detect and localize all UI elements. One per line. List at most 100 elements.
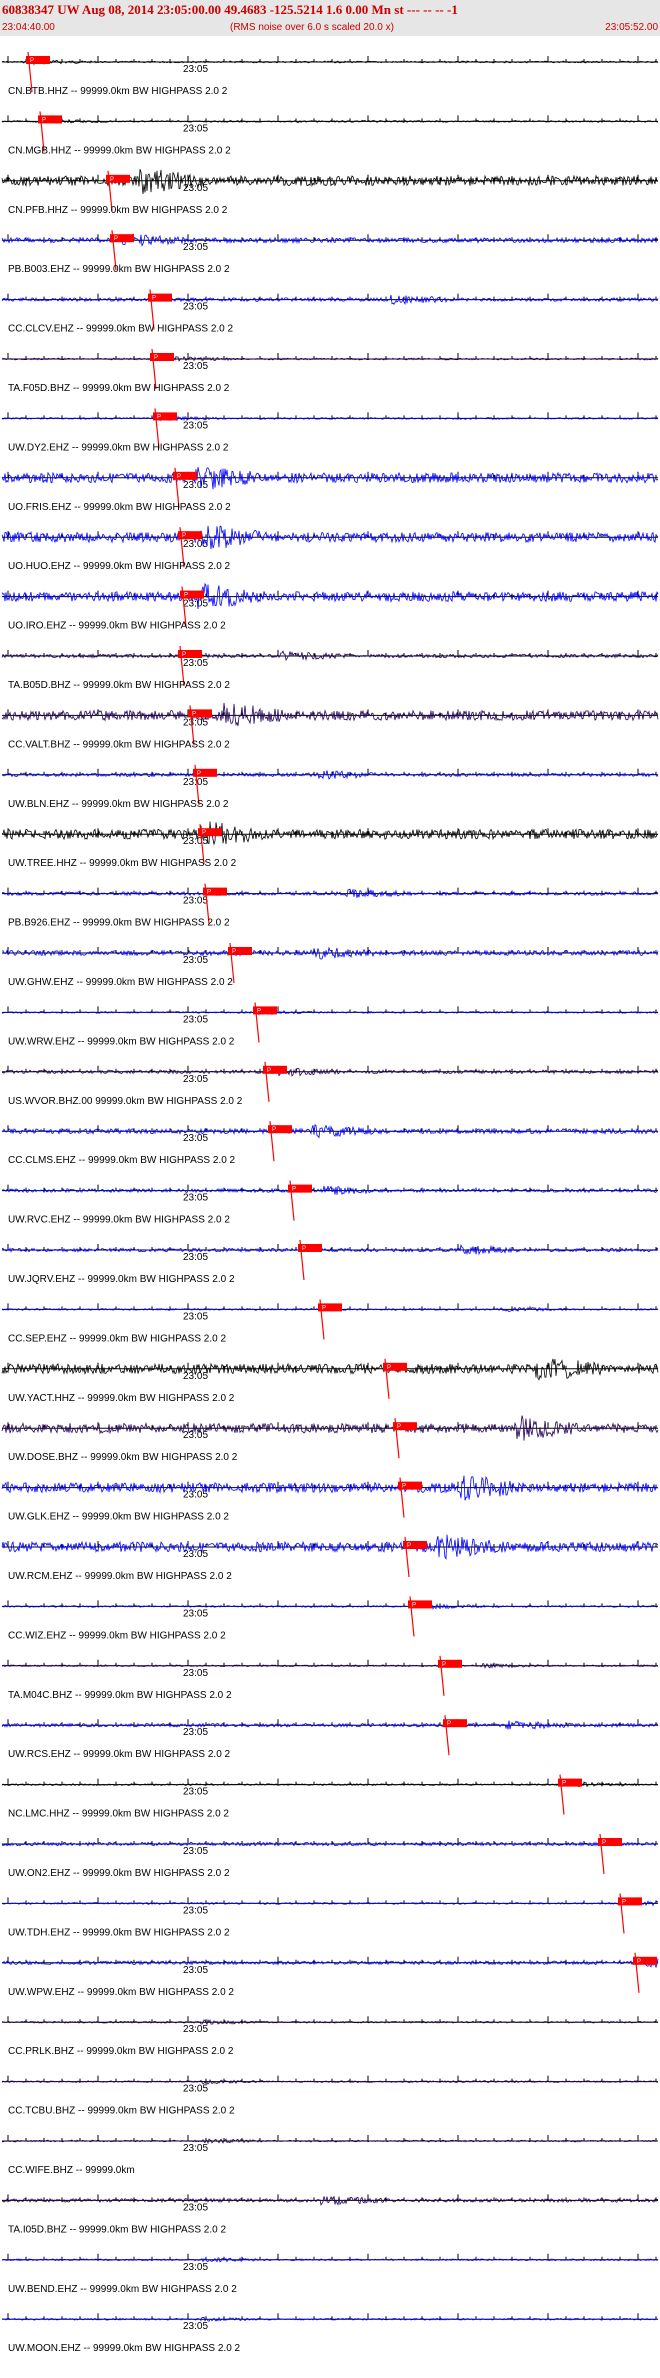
minute-label: 23:05	[183, 2084, 208, 2095]
pick-label: P	[402, 1484, 406, 1490]
channel-label: UW.TREE.HHZ -- 99999.0km BW HIGHPASS 2.0…	[8, 858, 237, 869]
minute-label: 23:05	[183, 361, 208, 372]
channel-label: UO.FRIS.EHZ -- 99999.0km BW HIGHPASS 2.0…	[8, 502, 231, 513]
noise-note: (RMS noise over 6.0 s scaled 20.0 x)	[230, 22, 394, 33]
minute-label: 23:05	[183, 1965, 208, 1976]
channel-label: CN.PFB.HHZ -- 99999.0km BW HIGHPASS 2.0 …	[8, 205, 228, 216]
minute-label: 23:05	[183, 1252, 208, 1263]
channel-label: CC.WIFE.BHZ -- 99999.0km	[8, 2165, 135, 2176]
channel-label: TA.F05D.BHZ -- 99999.0km BW HIGHPASS 2.0…	[8, 383, 230, 394]
minute-label: 23:05	[183, 896, 208, 907]
channel-label: CC.PRLK.BHZ -- 99999.0km BW HIGHPASS 2.0…	[8, 2046, 234, 2057]
channel-label: TA.M04C.BHZ -- 99999.0km BW HIGHPASS 2.0…	[8, 1690, 232, 1701]
minute-label: 23:05	[183, 1846, 208, 1857]
pick-label: P	[207, 890, 211, 896]
minute-label: 23:05	[183, 1608, 208, 1619]
pick-label: P	[622, 1899, 626, 1905]
start-time: 23:04:40.00	[2, 22, 55, 33]
pick-label: P	[177, 474, 181, 480]
pick-label: P	[184, 593, 188, 599]
channel-label: UW.RCS.EHZ -- 99999.0km BW HIGHPASS 2.0 …	[8, 1749, 231, 1760]
pick-label: P	[637, 1959, 641, 1965]
channel-label: CC.CLCV.EHZ -- 99999.0km BW HIGHPASS 2.0…	[8, 324, 234, 335]
pick-label: P	[397, 1424, 401, 1430]
pick-label: P	[152, 296, 156, 302]
channel-label: UW.BLN.EHZ -- 99999.0km BW HIGHPASS 2.0 …	[8, 799, 229, 810]
minute-label: 23:05	[183, 1133, 208, 1144]
channel-label: PB.B926.EHZ -- 99999.0km BW HIGHPASS 2.0…	[8, 918, 230, 929]
channel-label: CN.BTB.HHZ -- 99999.0km BW HIGHPASS 2.0 …	[8, 86, 228, 97]
pick-label: P	[267, 1068, 271, 1074]
minute-label: 23:05	[183, 836, 208, 847]
channel-label: UW.RVC.EHZ -- 99999.0km BW HIGHPASS 2.0 …	[8, 1215, 230, 1226]
minute-label: 23:05	[183, 123, 208, 134]
pick-label: P	[202, 830, 206, 836]
pick-label: P	[197, 771, 201, 777]
pick-label: P	[322, 1305, 326, 1311]
minute-label: 23:05	[183, 1490, 208, 1501]
pick-label: P	[110, 177, 114, 183]
pick-label: P	[447, 1721, 451, 1727]
pick-label: P	[387, 1365, 391, 1371]
minute-label: 23:05	[183, 955, 208, 966]
pick-label: P	[602, 1840, 606, 1846]
end-time: 23:05:52.00	[605, 22, 658, 33]
minute-label: 23:05	[183, 599, 208, 610]
channel-label: UW.WPW.EHZ -- 99999.0km BW HIGHPASS 2.0 …	[8, 1987, 234, 1998]
pick-label: P	[292, 1187, 296, 1193]
minute-label: 23:05	[183, 302, 208, 313]
channel-label: US.WVOR.BHZ.00 99999.0km BW HIGHPASS 2.0…	[8, 1096, 243, 1107]
minute-label: 23:05	[183, 64, 208, 75]
channel-label: UW.BEND.EHZ -- 99999.0km BW HIGHPASS 2.0…	[8, 2284, 237, 2295]
pick-label: P	[407, 1543, 411, 1549]
channel-label: UW.RCM.EHZ -- 99999.0km BW HIGHPASS 2.0 …	[8, 1571, 232, 1582]
minute-label: 23:05	[183, 1074, 208, 1085]
minute-label: 23:05	[183, 1430, 208, 1441]
pick-label: P	[182, 652, 186, 658]
channel-label: UO.IRO.EHZ -- 99999.0km BW HIGHPASS 2.0 …	[8, 621, 226, 632]
pick-label: P	[232, 949, 236, 955]
minute-label: 23:05	[183, 1668, 208, 1679]
pick-label: P	[562, 1781, 566, 1787]
channel-label: CC.VALT.BHZ -- 99999.0km BW HIGHPASS 2.0…	[8, 739, 230, 750]
minute-label: 23:05	[183, 1727, 208, 1738]
channel-label: UO.HUO.EHZ -- 99999.0km BW HIGHPASS 2.0 …	[8, 561, 231, 572]
channel-label: UW.ON2.EHZ -- 99999.0km BW HIGHPASS 2.0 …	[8, 1868, 230, 1879]
channel-label: UW.WRW.EHZ -- 99999.0km BW HIGHPASS 2.0 …	[8, 1036, 235, 1047]
minute-label: 23:05	[183, 658, 208, 669]
pick-label: P	[157, 414, 161, 420]
channel-label: UW.DOSE.BHZ -- 99999.0km BW HIGHPASS 2.0…	[8, 1452, 238, 1463]
channel-label: UW.TDH.EHZ -- 99999.0km BW HIGHPASS 2.0 …	[8, 1927, 230, 1938]
channel-label: UW.MOON.EHZ -- 99999.0km BW HIGHPASS 2.0…	[8, 2343, 241, 2354]
event-title: 60838347 UW Aug 08, 2014 23:05:00.00 49.…	[2, 2, 458, 17]
pick-label: P	[192, 711, 196, 717]
minute-label: 23:05	[183, 1787, 208, 1798]
minute-label: 23:05	[183, 1549, 208, 1560]
channel-label: PB.B003.EHZ -- 99999.0km BW HIGHPASS 2.0…	[8, 264, 230, 275]
pick-label: P	[442, 1662, 446, 1668]
channel-label: NC.LMC.HHZ -- 99999.0km BW HIGHPASS 2.0 …	[8, 1809, 229, 1820]
pick-label: P	[302, 1246, 306, 1252]
pick-label: P	[182, 533, 186, 539]
minute-label: 23:05	[183, 183, 208, 194]
minute-label: 23:05	[183, 2321, 208, 2332]
minute-label: 23:05	[183, 777, 208, 788]
minute-label: 23:05	[183, 2202, 208, 2213]
minute-label: 23:05	[183, 1014, 208, 1025]
pick-label: P	[272, 1127, 276, 1133]
channel-label: UW.DY2.EHZ -- 99999.0km BW HIGHPASS 2.0 …	[8, 442, 229, 453]
channel-label: UW.YACT.HHZ -- 99999.0km BW HIGHPASS 2.0…	[8, 1393, 235, 1404]
pick-label: P	[114, 236, 118, 242]
minute-label: 23:05	[183, 242, 208, 253]
pick-label: P	[30, 58, 34, 64]
minute-label: 23:05	[183, 1193, 208, 1204]
seismogram-plot: 60838347 UW Aug 08, 2014 23:05:00.00 49.…	[0, 0, 660, 2378]
minute-label: 23:05	[183, 1905, 208, 1916]
minute-label: 23:05	[183, 2024, 208, 2035]
pick-label: P	[42, 117, 46, 123]
minute-label: 23:05	[183, 717, 208, 728]
pick-label: P	[412, 1602, 416, 1608]
minute-label: 23:05	[183, 420, 208, 431]
channel-label: CC.TCBU.BHZ -- 99999.0km BW HIGHPASS 2.0…	[8, 2106, 235, 2117]
minute-label: 23:05	[183, 2262, 208, 2273]
